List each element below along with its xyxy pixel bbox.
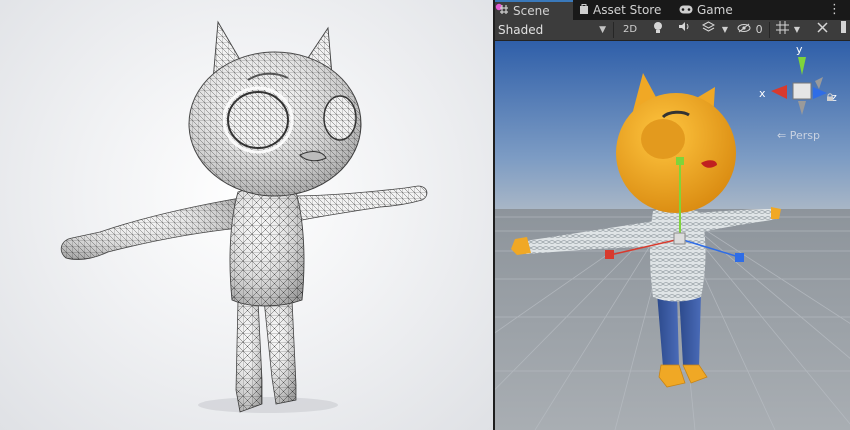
unity-scene-window: Scene Asset Store Game ⋮ Shaded ▼ 2D ▼ 0… — [495, 0, 850, 430]
eye-slash-icon — [737, 23, 754, 36]
lock-icon[interactable] — [826, 93, 834, 101]
toolbar-divider — [613, 22, 614, 38]
lighting-toggle-icon[interactable] — [649, 21, 667, 39]
scene-toolbar: Shaded ▼ 2D ▼ 0 ▼ — [495, 20, 850, 41]
grid-dropdown-chevron-icon[interactable]: ▼ — [791, 21, 803, 39]
toggle-2d-label: 2D — [622, 24, 638, 35]
more-options-icon[interactable]: ⋮ — [828, 0, 841, 20]
tab-game-label: Game — [697, 3, 733, 17]
tab-scene-label: Scene — [513, 4, 550, 18]
projection-label: Persp — [789, 129, 820, 142]
editor-tab-bar: Scene Asset Store Game ⋮ — [495, 0, 850, 20]
gizmo-x-label: x — [759, 87, 766, 100]
tab-scene[interactable]: Scene — [495, 0, 573, 20]
grid-toggle-icon[interactable] — [773, 21, 791, 39]
hidden-objects-count: 0 — [755, 23, 763, 36]
scene-3d-view[interactable]: y x z — [495, 41, 850, 430]
shopping-bag-icon — [579, 0, 589, 20]
toolbar-overflow-icon[interactable] — [838, 21, 850, 39]
hidden-objects-toggle[interactable]: 0 — [735, 21, 765, 39]
shading-mode-dropdown[interactable]: Shaded ▼ — [498, 21, 608, 39]
effects-dropdown-chevron-icon[interactable]: ▼ — [719, 21, 731, 39]
gizmo-center-cube[interactable] — [792, 82, 812, 100]
shading-mode-value: Shaded — [498, 23, 544, 37]
scene-hash-icon — [495, 2, 509, 21]
audio-toggle-icon[interactable] — [675, 21, 693, 39]
chevron-down-icon: ▼ — [599, 25, 606, 35]
tools-icon[interactable] — [813, 21, 831, 39]
tab-game[interactable]: Game — [679, 0, 743, 20]
wireframe-character-image — [60, 20, 428, 413]
tab-asset-store-label: Asset Store — [593, 3, 662, 17]
projection-toggle[interactable]: ⇐ Persp — [777, 129, 820, 142]
gizmo-y-label: y — [796, 43, 803, 56]
toggle-2d-button[interactable]: 2D — [617, 21, 643, 39]
tab-asset-store[interactable]: Asset Store — [579, 0, 665, 20]
gamepad-icon — [679, 0, 693, 20]
effects-toggle-icon[interactable] — [699, 21, 717, 39]
toolbar-divider — [769, 22, 770, 38]
wireframe-render-panel — [0, 0, 493, 430]
persp-icon: ⇐ — [777, 129, 787, 142]
scene-viewport[interactable]: y x z ⇐ Persp — [495, 41, 850, 430]
